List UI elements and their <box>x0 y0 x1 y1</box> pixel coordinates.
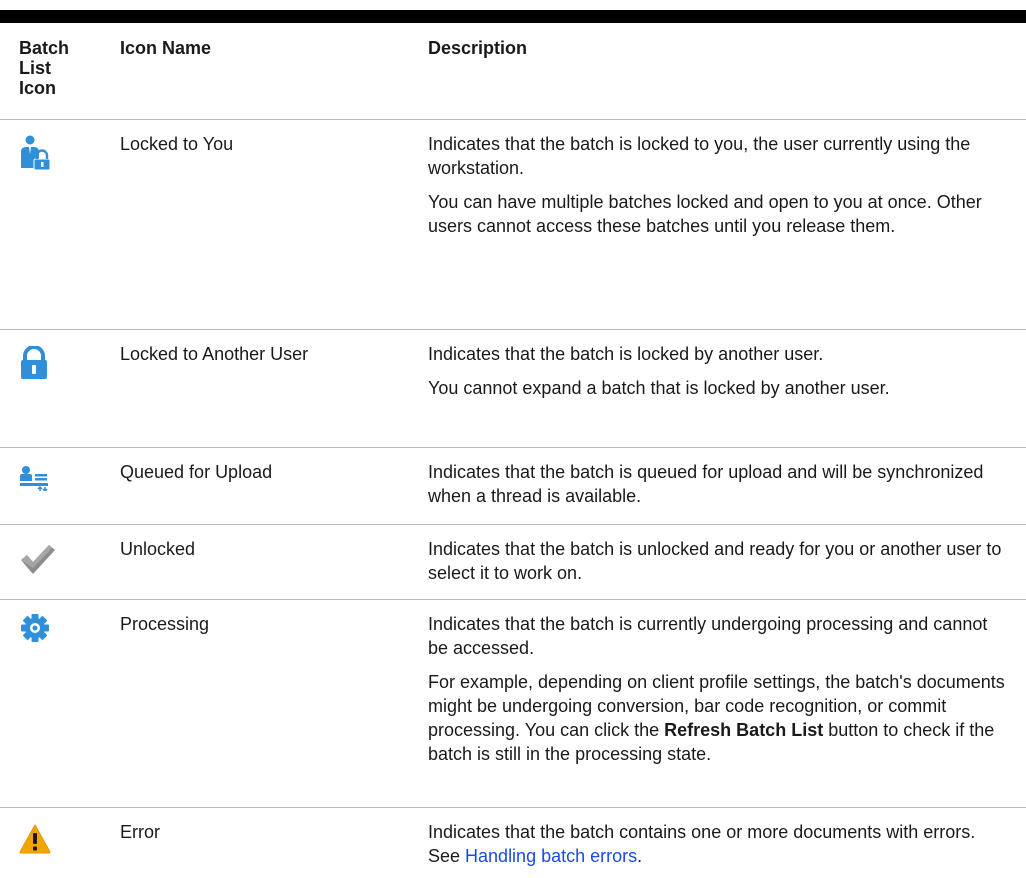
column-header-icon-name: Icon Name <box>120 38 212 58</box>
icon-name: Error <box>120 822 160 842</box>
gear-icon <box>21 614 49 648</box>
description-paragraph: For example, depending on client profile… <box>428 670 1008 766</box>
warning-icon <box>19 824 51 860</box>
icon-name: Locked to Another User <box>120 344 309 364</box>
column-header-batch-list-icon: Batch List Icon <box>19 38 99 98</box>
table-top-rule <box>0 10 1026 23</box>
checkmark-icon <box>19 543 55 581</box>
table-row: Unlocked Indicates that the batch is unl… <box>0 525 1026 600</box>
description-paragraph: Indicates that the batch contains one or… <box>428 820 1008 868</box>
table-row: Processing Indicates that the batch is c… <box>0 600 1026 808</box>
icon-name: Processing <box>120 614 210 634</box>
description-paragraph: You cannot expand a batch that is locked… <box>428 378 890 398</box>
description: Indicates that the batch is locked by an… <box>428 342 1008 400</box>
lock-icon <box>19 345 49 386</box>
description: Indicates that the batch is locked to yo… <box>428 132 1008 238</box>
handling-batch-errors-link[interactable]: Handling batch errors <box>465 846 637 866</box>
table-row: Error Indicates that the batch contains … <box>0 808 1026 878</box>
description: Indicates that the batch is currently un… <box>428 612 1008 766</box>
header-line: Icon <box>19 78 57 98</box>
refresh-batch-list-label: Refresh Batch List <box>664 720 824 740</box>
column-header-description: Description <box>428 38 528 58</box>
header-line: List <box>19 58 52 78</box>
description-paragraph: Indicates that the batch is locked to yo… <box>428 134 971 178</box>
table-header-row: Batch List Icon Icon Name Description <box>0 23 1026 120</box>
table-row: Locked to You Indicates that the batch i… <box>0 120 1026 330</box>
description-paragraph: Indicates that the batch is unlocked and… <box>428 539 1002 583</box>
table-row: Queued for Upload Indicates that the bat… <box>0 448 1026 525</box>
batch-list-icons-table: Batch List Icon Icon Name Description Lo… <box>0 23 1026 878</box>
icon-name: Locked to You <box>120 134 234 154</box>
header-line: Batch <box>19 38 70 58</box>
icon-name: Queued for Upload <box>120 462 273 482</box>
table-row: Locked to Another User Indicates that th… <box>0 330 1026 448</box>
description: Indicates that the batch contains one or… <box>428 820 1008 868</box>
icon-name: Unlocked <box>120 539 196 559</box>
description-text: . <box>637 846 643 866</box>
user-lock-icon <box>19 134 53 176</box>
description: Indicates that the batch is unlocked and… <box>428 537 1008 585</box>
description-paragraph: You can have multiple batches locked and… <box>428 192 982 236</box>
description: Indicates that the batch is queued for u… <box>428 460 1008 508</box>
description-paragraph: Indicates that the batch is locked by an… <box>428 344 824 364</box>
description-paragraph: Indicates that the batch is currently un… <box>428 614 988 658</box>
queue-upload-icon <box>19 465 49 497</box>
description-paragraph: Indicates that the batch is queued for u… <box>428 462 984 506</box>
